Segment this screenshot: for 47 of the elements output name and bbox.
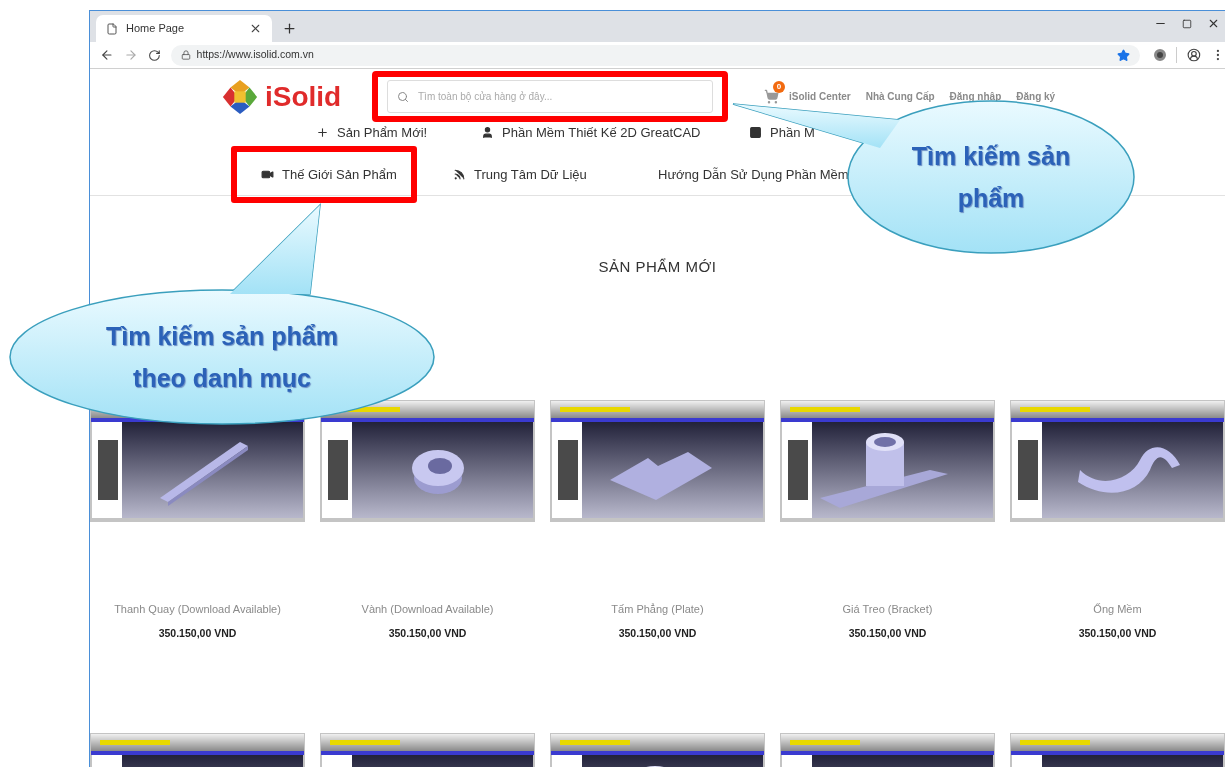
- profile-icon[interactable]: [1187, 48, 1202, 62]
- nav-link[interactable]: Phần Mềm Thiết Kế 2D GreatCAD: [481, 122, 701, 143]
- cart-count: 0: [773, 81, 785, 93]
- nav-icon: [453, 168, 466, 181]
- extension-icon[interactable]: [1154, 49, 1167, 61]
- nav-link[interactable]: Sản Phẩm Mới!: [316, 122, 428, 143]
- nav-icon: [481, 126, 494, 139]
- new-tab-icon[interactable]: [282, 21, 297, 36]
- lock-icon: [180, 50, 191, 60]
- product-name[interactable]: Tấm Phẳng (Plate): [611, 600, 704, 617]
- header-link[interactable]: Đăng nhập: [949, 89, 1002, 104]
- back-icon[interactable]: [100, 48, 114, 62]
- reload-icon[interactable]: [147, 48, 161, 62]
- close-window-icon[interactable]: [1207, 17, 1220, 30]
- callout-text: Tìm kiếm sản phẩm: [910, 141, 1072, 214]
- nav-link[interactable]: Thế Giới Sản Phẩm: [231, 146, 417, 203]
- nav-link[interactable]: Trung Tâm Dữ Liệu: [453, 146, 587, 203]
- nav-icon: [749, 126, 762, 139]
- page-icon: [106, 22, 118, 35]
- header-link[interactable]: Nhà Cung Cấp: [865, 89, 935, 104]
- nav-icon: [261, 168, 274, 181]
- nav-icon: [316, 126, 329, 139]
- browser-tab[interactable]: Home Page: [96, 15, 272, 42]
- product-price: 350.150,00 VND: [158, 626, 237, 641]
- product-name[interactable]: Vành (Download Available): [361, 600, 494, 617]
- product-price: 350.150,00 VND: [618, 626, 697, 641]
- maximize-icon[interactable]: [1182, 18, 1192, 29]
- address-bar[interactable]: https://www.isolid.com.vn: [170, 44, 1141, 66]
- product-name[interactable]: Ống Mềm: [1093, 600, 1142, 617]
- search-field[interactable]: Tìm toàn bộ cửa hàng ở đây...: [387, 80, 713, 113]
- logo-icon: [221, 77, 259, 116]
- product-price: 350.150,00 VND: [388, 626, 467, 641]
- callout-text: Tìm kiếm sản phẩm theo danh mục: [105, 321, 339, 394]
- search-icon: [397, 91, 409, 103]
- close-icon[interactable]: [249, 22, 262, 35]
- nav-link[interactable]: Phần M: [749, 122, 815, 143]
- logo-text: iSolid: [265, 79, 342, 114]
- bookmark-star-icon[interactable]: [1117, 48, 1131, 62]
- product-price: 350.150,00 VND: [848, 626, 927, 641]
- nav-link[interactable]: Hướng Dẫn Sử Dụng Phần Mềm: [658, 146, 849, 203]
- cart-icon[interactable]: [764, 89, 779, 104]
- section-title: SẢN PHẨM MỚI: [597, 257, 718, 277]
- product-name[interactable]: Giá Treo (Bracket): [842, 600, 933, 617]
- header-link[interactable]: Đăng ký: [1016, 89, 1056, 104]
- product-name[interactable]: Thanh Quay (Download Available): [114, 600, 281, 617]
- header-link[interactable]: iSolid Center: [789, 89, 851, 104]
- product-price: 350.150,00 VND: [1078, 626, 1157, 641]
